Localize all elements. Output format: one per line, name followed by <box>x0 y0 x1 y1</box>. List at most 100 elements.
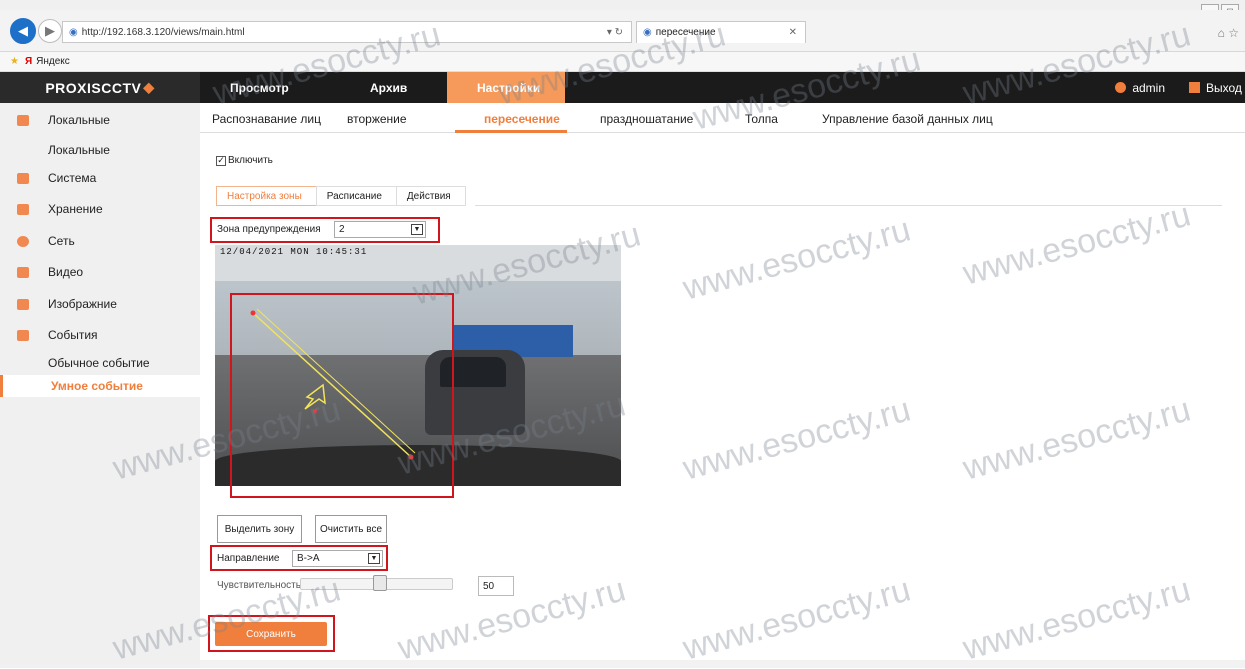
monitor-icon <box>17 114 29 126</box>
sidebar-item-image[interactable]: Изображние <box>0 289 200 319</box>
sidebar-item-label: События <box>48 328 98 342</box>
system-icon <box>17 172 29 184</box>
network-icon <box>17 235 29 247</box>
home-star-icons[interactable]: ⌂ ☆ <box>1218 26 1239 40</box>
arrow-right-icon: ▶ <box>45 23 55 38</box>
forward-button[interactable]: ▶ <box>38 19 62 43</box>
sidebar-item-system[interactable]: Система <box>0 163 200 193</box>
watermark: www.esoccty.ru <box>678 390 915 488</box>
sensitivity-label: Чувствительность <box>217 580 301 591</box>
user-menu[interactable]: admin <box>1115 72 1165 103</box>
tab-icon: ◉ <box>643 27 652 38</box>
logout-button[interactable]: Выход <box>1189 72 1245 103</box>
favorites-star-icon[interactable]: ★ <box>10 56 19 67</box>
watermark: www.esoccty.ru <box>958 390 1195 488</box>
nav-archive[interactable]: Архив <box>340 72 445 103</box>
tab-line-crossing[interactable]: пересечение <box>484 112 560 126</box>
clear-all-button[interactable]: Очистить все <box>315 515 387 543</box>
nav-view[interactable]: Просмотр <box>200 72 325 103</box>
step-label: Настройка зоны <box>227 190 302 202</box>
sidebar-sub-local[interactable]: Локальные <box>48 143 110 157</box>
smart-event-tabs: Распознавание лиц вторжение пересечение … <box>200 103 1245 133</box>
draw-zone-button[interactable]: Выделить зону <box>217 515 302 543</box>
enable-label: Включить <box>228 155 273 166</box>
sensitivity-slider-handle[interactable] <box>373 575 387 591</box>
direction-label: Направление <box>217 553 280 564</box>
close-tab-icon[interactable]: ✕ <box>789 27 797 38</box>
watermark: www.esoccty.ru <box>678 210 915 308</box>
nav-view-label: Просмотр <box>230 80 289 95</box>
events-icon <box>17 329 29 341</box>
tab-face-recognition[interactable]: Распознавание лиц <box>212 112 321 126</box>
refresh-icon[interactable]: ▾ ↻ <box>607 27 623 38</box>
sidebar-item-label: Видео <box>48 265 84 279</box>
step-actions[interactable]: Действия <box>395 186 466 206</box>
chevron-down-icon: ▼ <box>411 224 423 235</box>
chevron-down-icon: ▼ <box>368 553 380 564</box>
config-steps: Настройка зоны Расписание Действия <box>216 186 466 206</box>
step-label: Действия <box>406 190 451 202</box>
logo-text: PROXISCCTV <box>45 79 142 96</box>
arrow-left-icon: ◀ <box>18 23 28 38</box>
storage-icon <box>17 203 29 215</box>
sidebar: Локальные Локальные Система Хранение Сет… <box>0 103 200 668</box>
sidebar-item-label: Сеть <box>48 234 75 248</box>
tab-face-database[interactable]: Управление базой данных лиц <box>822 112 993 126</box>
steps-divider <box>475 205 1222 206</box>
favorites-yandex-link[interactable]: Яндекс <box>36 56 70 67</box>
address-bar[interactable]: ◉ http://192.168.3.120/views/main.html ▾… <box>62 21 632 43</box>
zone-label: Зона предупреждения <box>217 224 321 235</box>
sensitivity-input[interactable]: 50 <box>478 576 514 596</box>
sidebar-item-network[interactable]: Сеть <box>0 226 200 256</box>
logo-mark-icon: ◆ <box>143 79 155 95</box>
window-titlebar <box>0 0 1245 10</box>
zone-value: 2 <box>339 224 345 235</box>
logout-label: Выход <box>1206 80 1242 95</box>
app-logo: PROXISCCTV ◆ <box>0 72 200 103</box>
watermark: www.esoccty.ru <box>958 195 1195 293</box>
sidebar-item-local[interactable]: Локальные <box>0 105 200 135</box>
sidebar-item-video[interactable]: Видео <box>0 257 200 287</box>
sidebar-item-label: Изображние <box>48 297 117 311</box>
save-button[interactable]: Сохранить <box>215 622 327 646</box>
watermark: www.esoccty.ru <box>678 570 915 668</box>
step-schedule[interactable]: Расписание <box>315 186 396 206</box>
sidebar-item-storage[interactable]: Хранение <box>0 194 200 224</box>
enable-checkbox[interactable]: ✓ Включить <box>216 155 273 166</box>
sidebar-item-events[interactable]: События <box>0 320 200 350</box>
logout-icon <box>1189 82 1200 93</box>
user-icon <box>1115 82 1127 93</box>
checkmark-icon: ✓ <box>216 155 226 166</box>
step-label: Расписание <box>326 190 382 202</box>
step-zone-setup[interactable]: Настройка зоны <box>216 186 316 206</box>
tab-loitering[interactable]: праздношатание <box>600 112 693 126</box>
tab-crowd[interactable]: Толпа <box>745 112 778 126</box>
video-icon <box>17 266 29 278</box>
app-navbar: PROXISCCTV ◆ Просмотр Архив Настройки adm… <box>0 72 1245 103</box>
favorites-bar: ★ Я Яндекс <box>0 52 1245 72</box>
tab-title: пересечение <box>655 27 716 38</box>
page-icon: ◉ <box>69 26 78 38</box>
sidebar-item-label: Система <box>48 171 97 185</box>
nav-archive-label: Архив <box>370 80 408 95</box>
back-button[interactable]: ◀ <box>10 18 36 44</box>
tab-intrusion[interactable]: вторжение <box>347 112 407 126</box>
direction-value: B->A <box>297 553 320 564</box>
yandex-logo-icon: Я <box>24 56 33 67</box>
zone-select[interactable]: 2 ▼ <box>334 221 426 238</box>
sidebar-sub-smart-event[interactable]: Умное событие <box>0 375 200 397</box>
highlight-video-zone <box>230 293 454 498</box>
sidebar-sub-normal-event[interactable]: Обычное событие <box>48 356 150 370</box>
address-text: http://192.168.3.120/views/main.html <box>81 26 245 38</box>
nav-settings[interactable]: Настройки <box>447 72 565 103</box>
image-icon <box>17 298 29 310</box>
active-tab-indicator <box>455 130 567 133</box>
watermark: www.esoccty.ru <box>958 570 1195 668</box>
direction-select[interactable]: B->A ▼ <box>292 550 383 567</box>
nav-settings-label: Настройки <box>477 80 541 95</box>
sidebar-item-label: Хранение <box>48 202 103 216</box>
browser-tab[interactable]: ◉ пересечение ✕ <box>636 21 806 43</box>
horizontal-scrollbar[interactable] <box>200 660 1245 668</box>
user-name: admin <box>1132 80 1165 95</box>
sidebar-item-label: Локальные <box>48 113 110 127</box>
